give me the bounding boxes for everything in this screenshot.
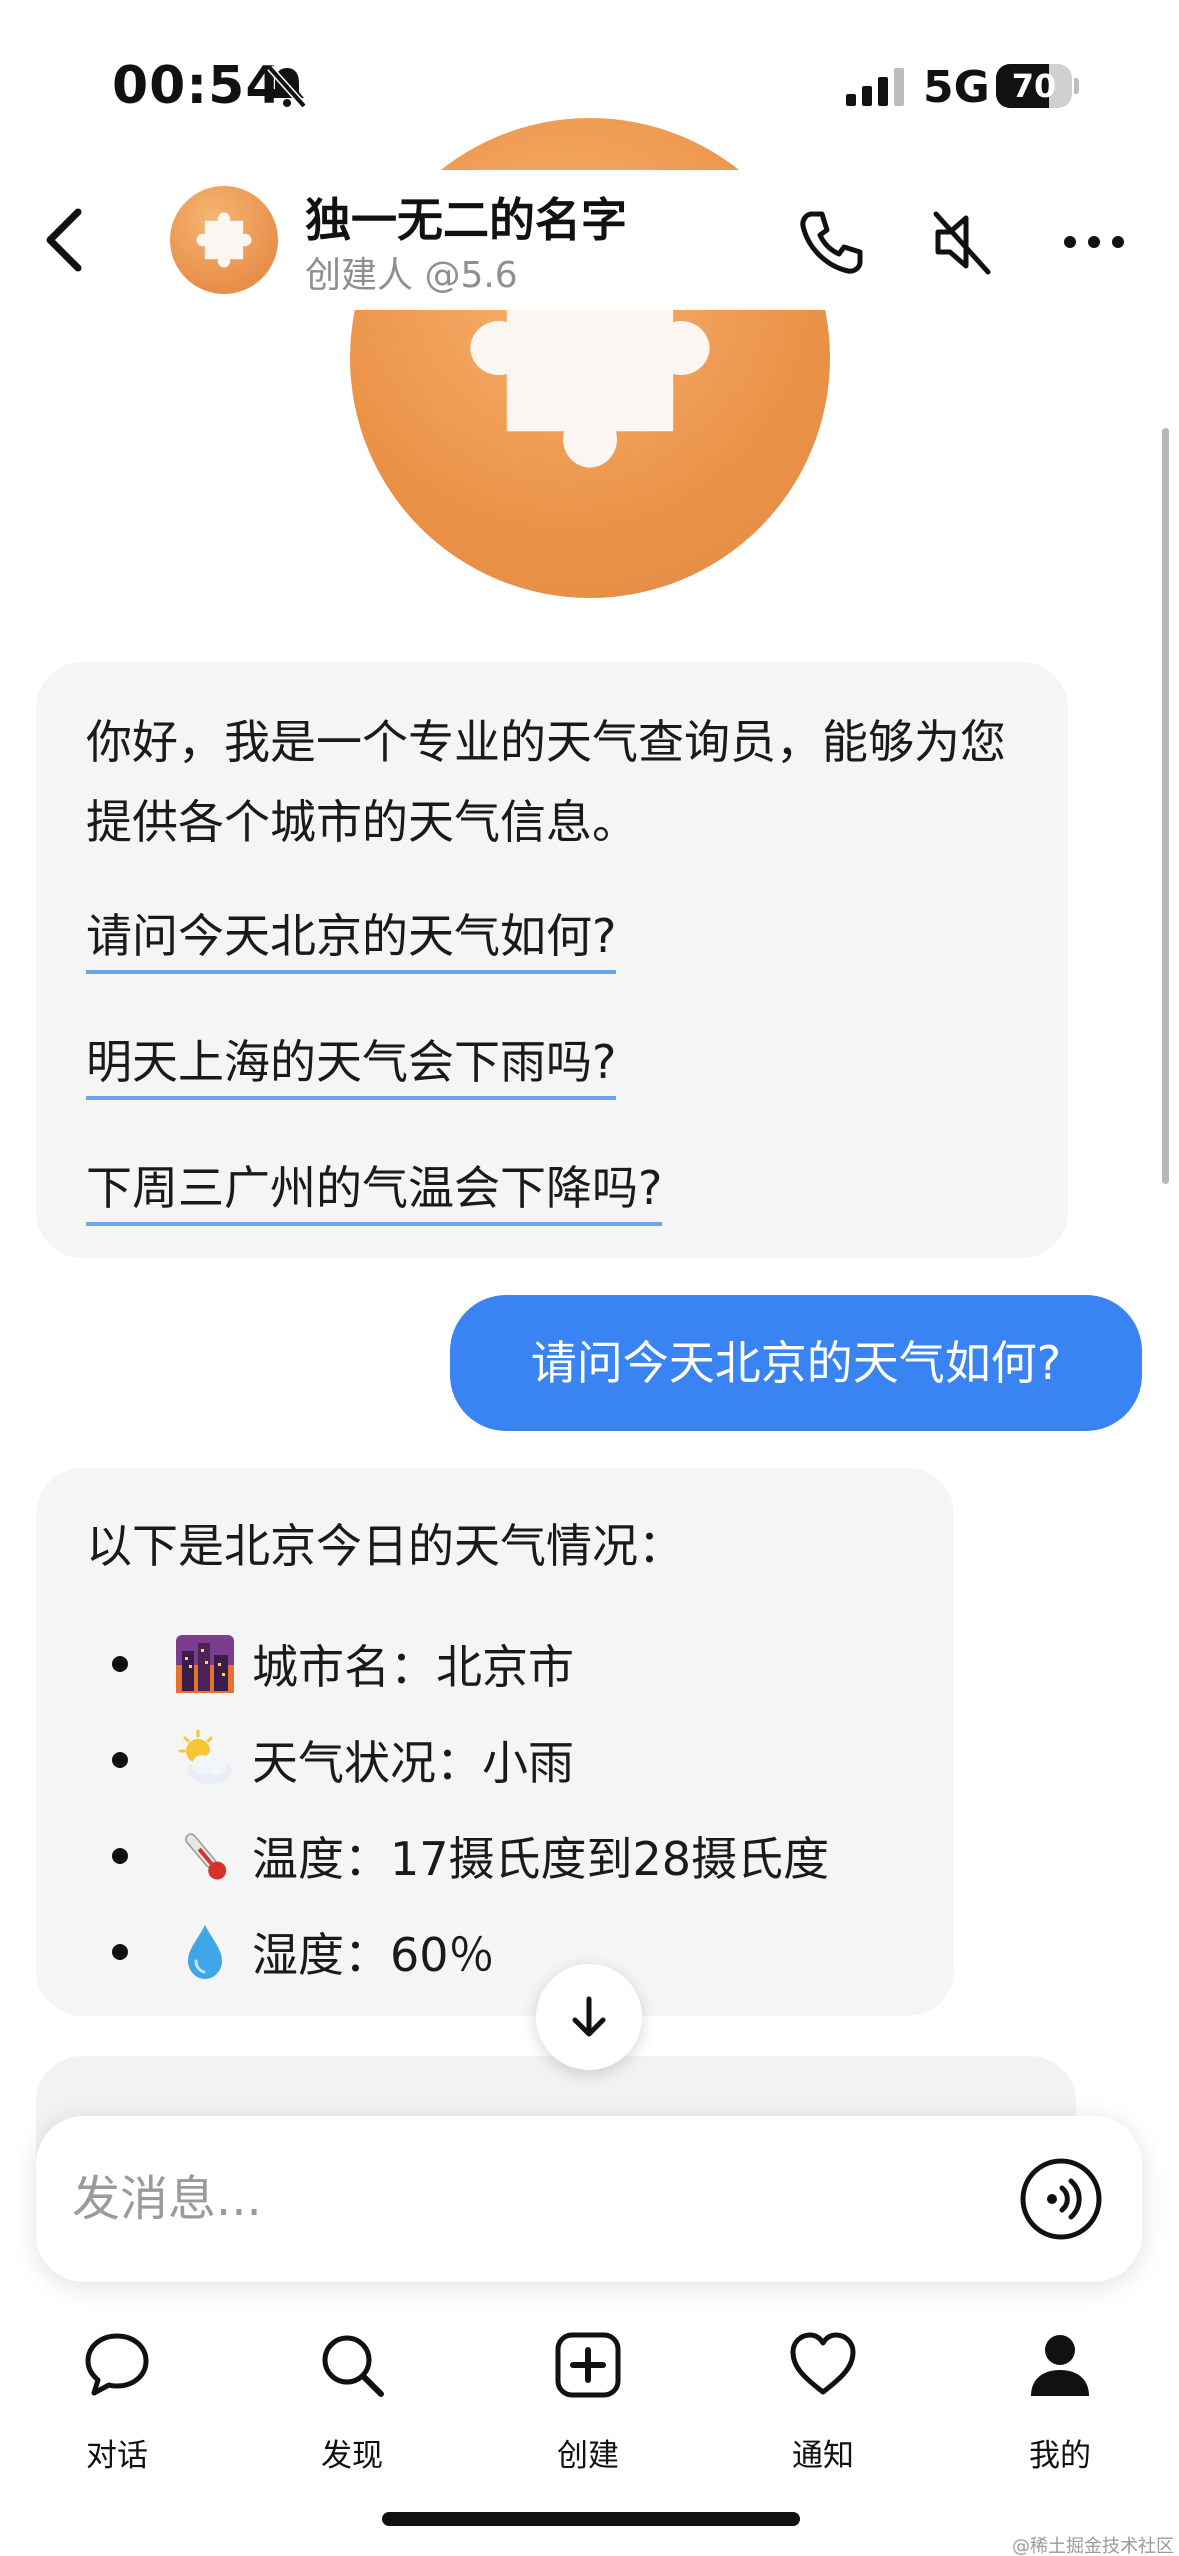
user-message: 请问今天北京的天气如何? [450, 1295, 1142, 1431]
home-indicator[interactable] [382, 2512, 800, 2526]
answer-weather: 天气状况：小雨 [252, 1736, 574, 1790]
speaker-muted-icon[interactable] [922, 202, 1002, 282]
scrollbar[interactable] [1162, 428, 1169, 1184]
list-item: 温度：17摄氏度到28摄氏度 [112, 1816, 829, 1896]
tab-me[interactable]: 我的 [970, 2330, 1150, 2480]
tab-notifications-label: 通知 [792, 2438, 854, 2474]
chat-header: 独一无二的名字 创建人 @5.6 [0, 170, 1179, 310]
phone-icon[interactable] [790, 202, 870, 282]
bell-muted-icon [267, 65, 307, 109]
tab-chat-label: 对话 [86, 2438, 148, 2474]
signal-icon [846, 68, 904, 106]
tab-create-label: 创建 [557, 2438, 619, 2474]
puzzle-icon [196, 212, 252, 268]
cityscape-icon [176, 1635, 234, 1693]
thermometer-icon [185, 1833, 227, 1880]
answer-city: 城市名：北京市 [252, 1640, 574, 1694]
answer-humidity: 湿度：60％ [252, 1928, 495, 1982]
tab-me-label: 我的 [1029, 2438, 1091, 2474]
message-input[interactable]: 发消息... [36, 2116, 1142, 2282]
arrow-down-icon [572, 1996, 606, 2037]
answer-temperature: 温度：17摄氏度到28摄氏度 [252, 1832, 830, 1886]
watermark: @稀土掘金技术社区 [1012, 2536, 1174, 2556]
back-arrow-icon[interactable] [30, 200, 100, 280]
chat-bubble-icon [85, 2333, 149, 2396]
more-icon[interactable] [1054, 202, 1134, 282]
bot-creator: 创建人 @5.6 [305, 255, 518, 296]
bot-answer: 以下是北京今日的天气情况： 城市名：北京市 天气状况：小雨 温度：17摄氏度到2… [36, 1468, 954, 2016]
bot-name: 独一无二的名字 [305, 193, 627, 247]
tab-chat[interactable]: 对话 [27, 2330, 207, 2480]
user-message-text: 请问今天北京的天气如何? [530, 1336, 1062, 1390]
tab-create[interactable]: 创建 [498, 2330, 678, 2480]
tab-discover[interactable]: 发现 [262, 2330, 442, 2480]
list-item: 城市名：北京市 [112, 1624, 574, 1704]
answer-intro: 以下是北京今日的天气情况： [86, 1519, 684, 1573]
bot-avatar[interactable] [170, 186, 278, 294]
welcome-text: 你好，我是一个专业的天气查询员，能够为您提供各个城市的天气信息。 [86, 715, 1006, 849]
suggestion-link[interactable]: 下周三广州的气温会下降吗? [86, 1160, 663, 1226]
network-type: 5G [923, 62, 990, 113]
voice-input-icon[interactable] [1018, 2156, 1104, 2242]
status-time: 00:54 [112, 56, 283, 116]
suggestion-link[interactable]: 请问今天北京的天气如何? [86, 908, 617, 974]
message-input-placeholder: 发消息... [72, 2171, 262, 2227]
welcome-message: 你好，我是一个专业的天气查询员，能够为您提供各个城市的天气信息。 请问今天北京的… [36, 662, 1068, 1258]
battery-icon: 70 [996, 64, 1079, 108]
chat-screen: 00:54 5G 70 独一无二的名字 创建人 @5.6 你好，我是一个专业的天… [0, 0, 1179, 2556]
heart-icon [790, 2332, 856, 2395]
person-icon [1031, 2335, 1089, 2396]
scroll-to-bottom-button[interactable] [536, 1964, 642, 2070]
plus-square-icon [555, 2332, 621, 2398]
tab-notifications[interactable]: 通知 [733, 2330, 913, 2480]
tab-discover-label: 发现 [321, 2438, 383, 2474]
list-item: 湿度：60％ [112, 1912, 495, 1992]
suggestion-link[interactable]: 明天上海的天气会下雨吗? [86, 1034, 617, 1100]
droplet-icon [188, 1925, 222, 1979]
sun-cloud-icon [178, 1729, 232, 1784]
battery-level: 70 [1011, 67, 1057, 105]
list-item: 天气状况：小雨 [112, 1720, 574, 1800]
search-icon [322, 2335, 384, 2397]
